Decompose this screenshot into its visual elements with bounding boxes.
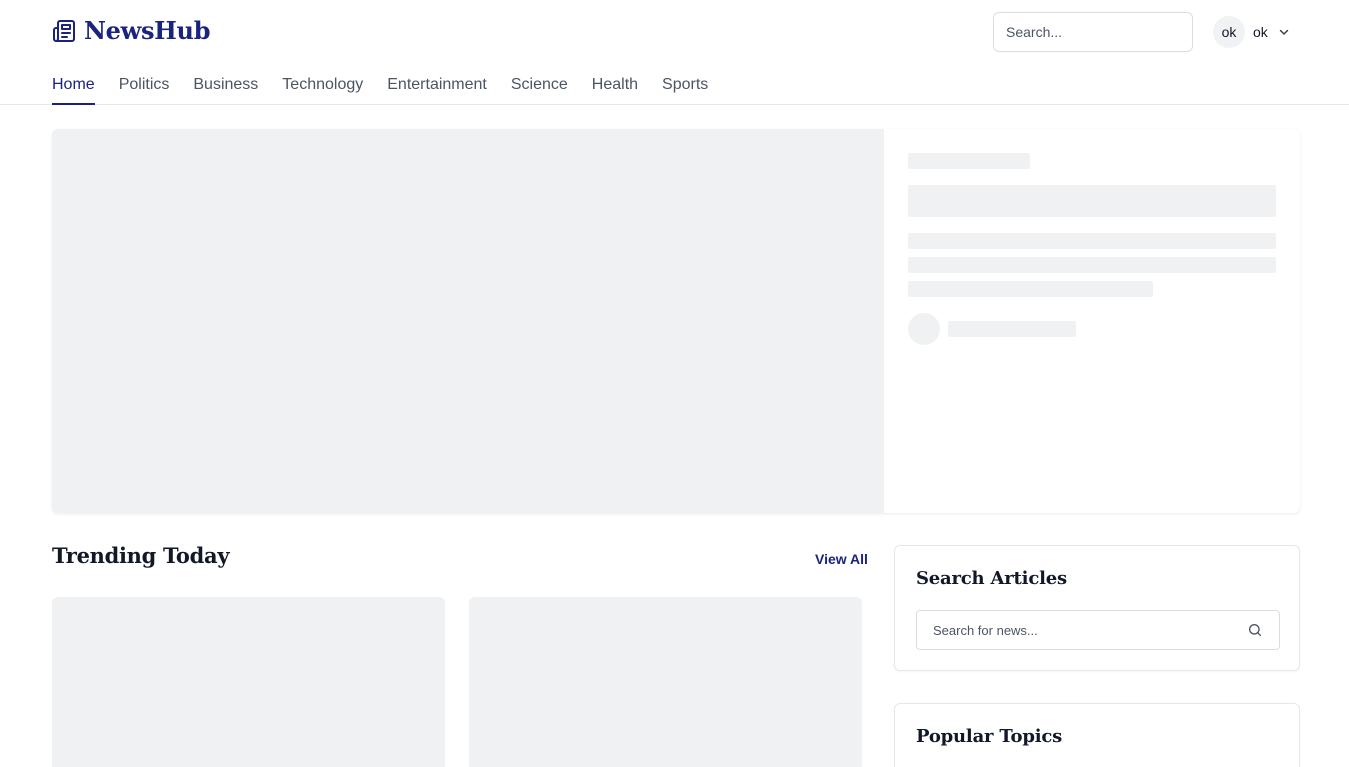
trending-card-skeleton: [52, 597, 445, 767]
user-menu[interactable]: ok ok: [1213, 16, 1290, 48]
newspaper-icon: [53, 19, 75, 42]
skeleton-text-line: [908, 233, 1276, 249]
popular-topics-title: Popular Topics: [916, 726, 1063, 747]
skeleton-category: [908, 153, 1030, 169]
nav-item-politics[interactable]: Politics: [119, 66, 170, 104]
view-all-link[interactable]: View All: [815, 551, 868, 567]
search-articles-title: Search Articles: [916, 568, 1067, 589]
avatar: ok: [1213, 16, 1245, 48]
article-search-input[interactable]: [933, 622, 1247, 638]
skeleton-author-name: [948, 321, 1076, 337]
hero-image-placeholder: [52, 129, 884, 513]
chevron-down-icon: [1279, 29, 1289, 35]
header-search-input[interactable]: [1006, 24, 1187, 40]
nav-item-entertainment[interactable]: Entertainment: [387, 66, 487, 104]
header-search: [993, 12, 1193, 52]
category-nav: Home Politics Business Technology Entert…: [52, 66, 708, 105]
search-icon[interactable]: [1247, 622, 1263, 638]
user-name: ok: [1253, 24, 1268, 40]
trending-title: Trending Today: [52, 543, 230, 568]
featured-article-skeleton: [52, 129, 1300, 513]
skeleton-text-line: [908, 257, 1276, 273]
popular-topics-widget: Popular Topics: [894, 703, 1300, 767]
nav-item-health[interactable]: Health: [592, 66, 638, 104]
logo-text: NewsHub: [84, 16, 211, 45]
nav-item-business[interactable]: Business: [193, 66, 258, 104]
nav-item-technology[interactable]: Technology: [282, 66, 363, 104]
skeleton-text-line: [908, 281, 1153, 297]
search-articles-widget: Search Articles: [894, 545, 1300, 671]
nav-item-sports[interactable]: Sports: [662, 66, 708, 104]
skeleton-author-avatar: [908, 313, 940, 345]
trending-card-skeleton: [469, 597, 862, 767]
logo[interactable]: NewsHub: [52, 16, 210, 45]
site-header: NewsHub ok ok Home Politics Business Tec…: [0, 0, 1349, 105]
nav-item-home[interactable]: Home: [52, 66, 95, 105]
article-search-box: [916, 610, 1280, 650]
skeleton-headline: [908, 185, 1276, 217]
nav-item-science[interactable]: Science: [511, 66, 568, 104]
